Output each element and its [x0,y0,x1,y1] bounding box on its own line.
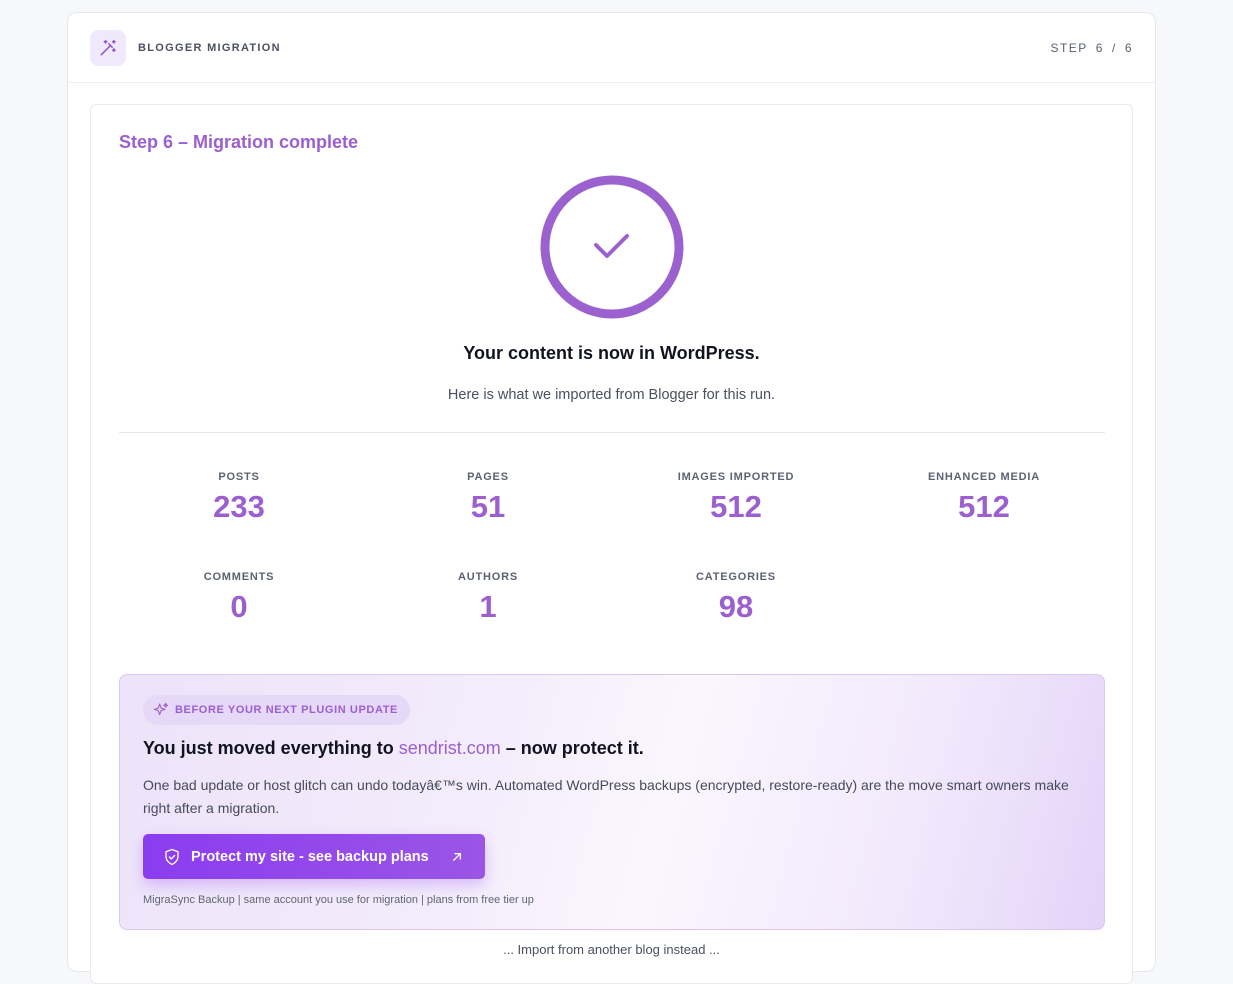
success-headline: Your content is now in WordPress. [463,343,760,363]
stat-label: POSTS [218,471,260,483]
import-another-link[interactable]: ... Import from another blog instead ... [91,942,1132,957]
stat-label: AUTHORS [458,571,518,583]
divider [119,432,1105,433]
step-title: Step 6 – Migration complete [119,132,359,152]
stat-categories: CATEGORIES 98 [616,571,856,624]
step-indicator: STEP 6 / 6 [1050,41,1133,55]
stat-label: ENHANCED MEDIA [927,471,1041,483]
stat-value: 512 [710,489,762,524]
step-current: 6 [1095,40,1104,55]
brand: BLOGGER MIGRATION [90,29,281,66]
sparkle-icon [153,702,169,716]
card-header: BLOGGER MIGRATION STEP 6 / 6 [68,13,1155,83]
success-subline: Here is what we imported from Blogger fo… [447,387,776,403]
magic-wand-icon [90,29,126,66]
stat-pages: PAGES 51 [368,471,608,524]
stat-label: PAGES [467,471,509,483]
step-label: STEP [1050,40,1088,55]
promo-title: You just moved everything to sendrist.co… [143,738,644,759]
protect-site-button[interactable]: Protect my site - see backup plans [143,834,485,879]
stat-enhanced-media: ENHANCED MEDIA 512 [864,471,1104,524]
stat-label: COMMENTS [203,571,275,583]
stat-value: 98 [718,589,754,624]
promo-title-suffix: – now protect it. [500,738,644,758]
promo-footnote: MigraSync Backup | same account you use … [143,894,534,906]
stat-value: 1 [479,589,497,624]
stat-images-imported: IMAGES IMPORTED 512 [616,471,856,524]
backup-promo: BEFORE YOUR NEXT PLUGIN UPDATE You just … [119,674,1105,930]
step-separator: / [1111,40,1117,55]
protect-site-button-label: Protect my site - see backup plans [191,848,429,865]
promo-title-prefix: You just moved everything to [143,738,399,758]
promo-badge: BEFORE YOUR NEXT PLUGIN UPDATE [143,695,410,725]
app-title: BLOGGER MIGRATION [138,41,281,54]
checkmark-circle-icon [540,175,684,319]
stat-value: 0 [230,589,248,624]
stat-value: 51 [470,489,506,524]
migration-card: BLOGGER MIGRATION STEP 6 / 6 Step 6 – Mi… [67,12,1156,984]
site-domain: sendrist.com [398,738,501,758]
stat-label: IMAGES IMPORTED [677,471,795,483]
stat-authors: AUTHORS 1 [368,571,608,624]
stat-posts: POSTS 233 [119,471,359,524]
step-total: 6 [1124,40,1133,55]
stat-value: 233 [213,489,265,524]
promo-badge-label: BEFORE YOUR NEXT PLUGIN UPDATE [175,704,398,716]
arrow-up-right-icon [453,852,461,861]
shield-check-icon [165,848,179,865]
completion-panel: Step 6 – Migration complete Your content… [90,104,1133,984]
stat-comments: COMMENTS 0 [119,571,359,624]
stat-value: 512 [958,489,1010,524]
promo-body: One bad update or host glitch can undo t… [143,777,1069,816]
stat-label: CATEGORIES [696,571,776,583]
